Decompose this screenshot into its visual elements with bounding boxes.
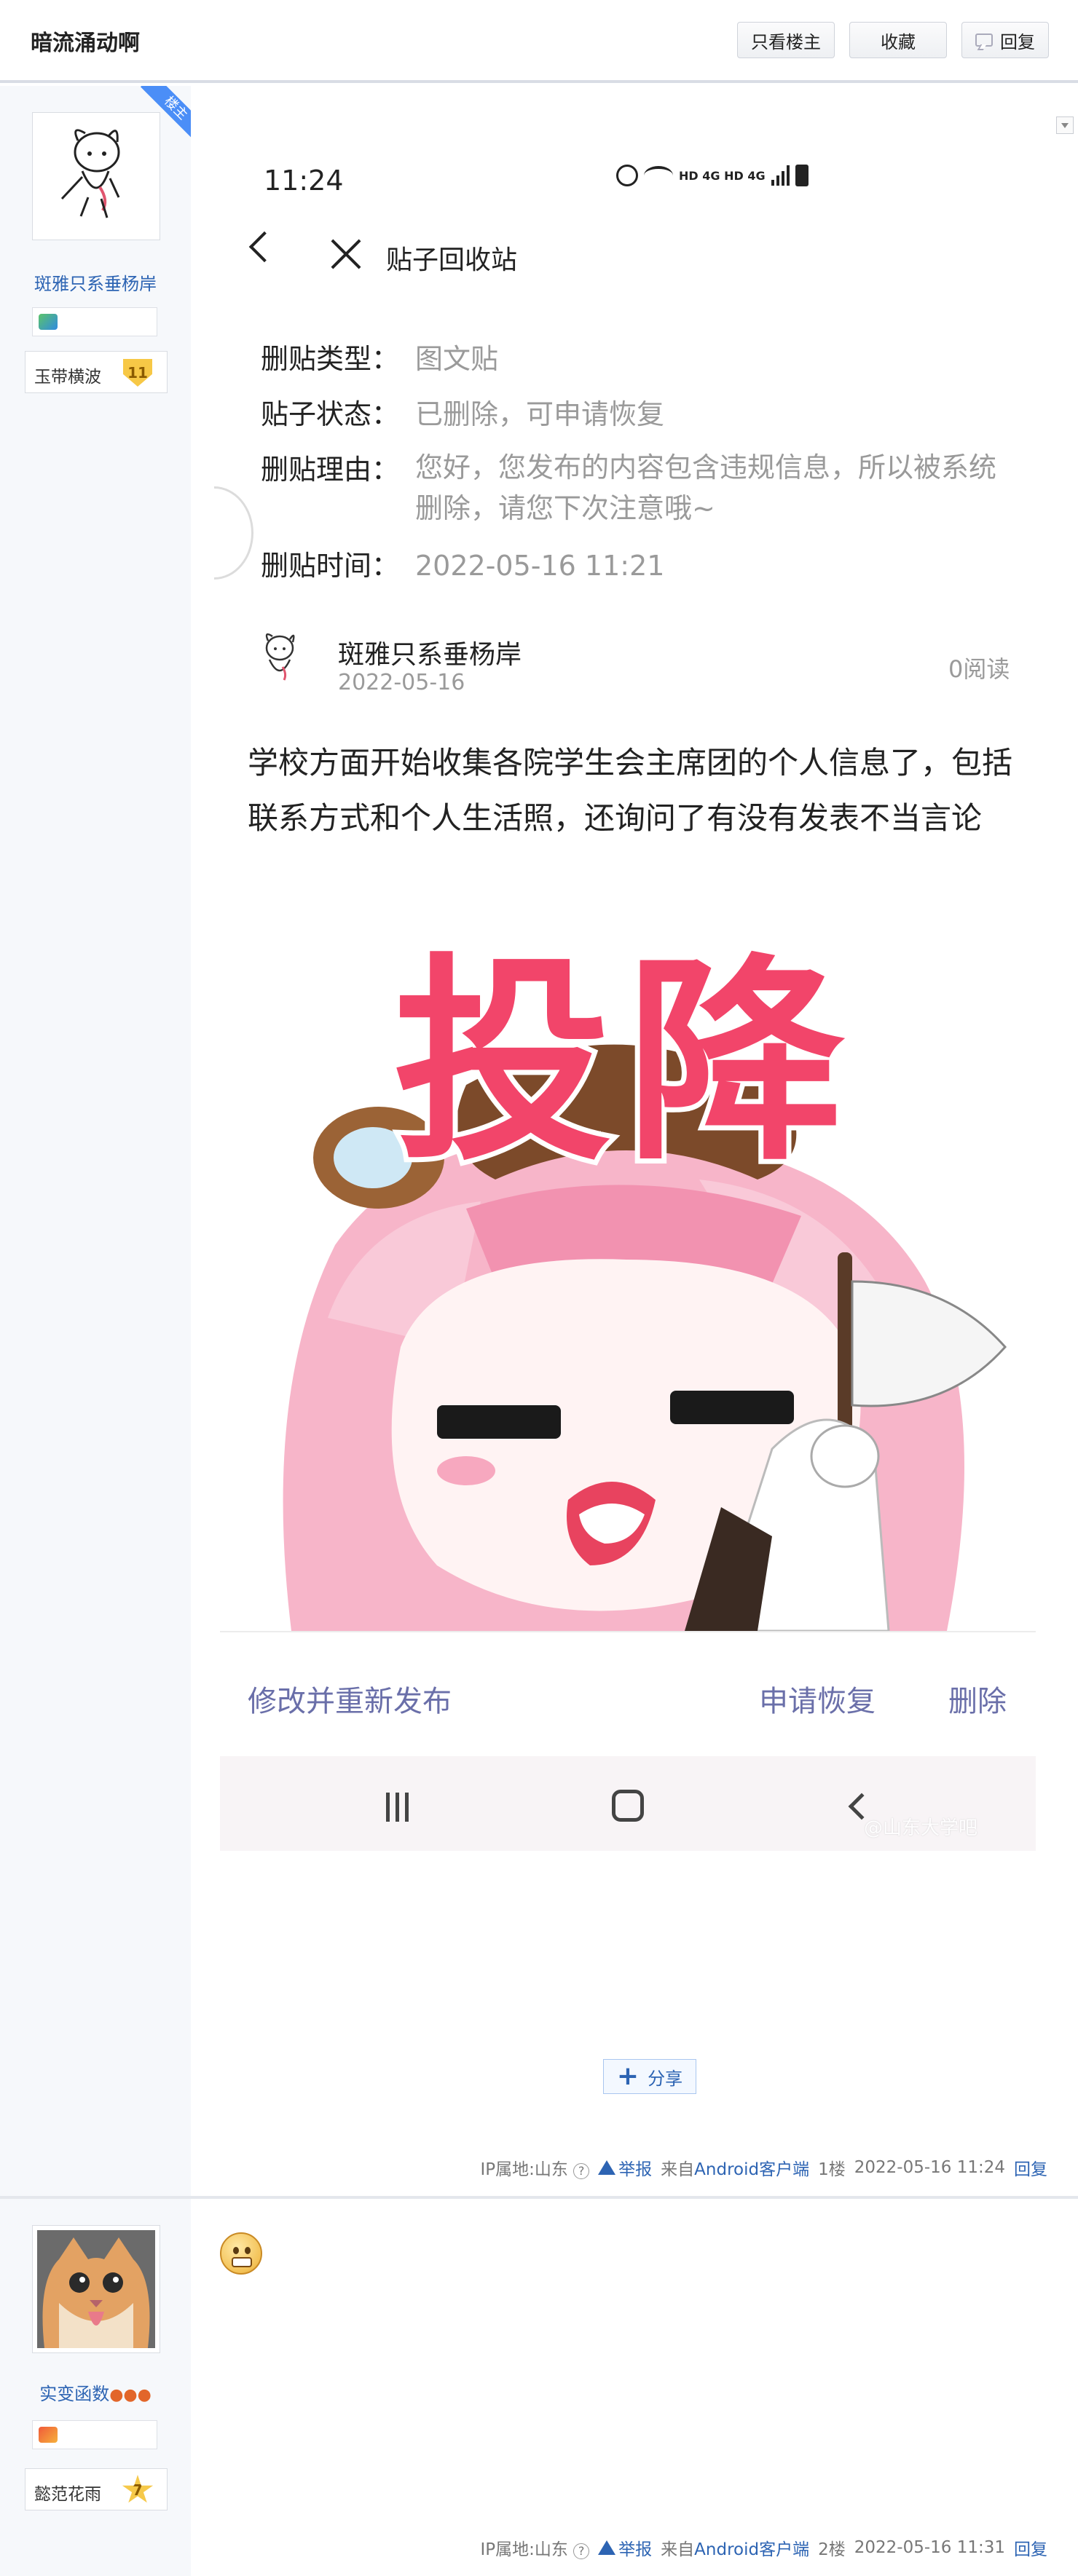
level-number: 11 bbox=[123, 359, 152, 387]
field-key: 删贴类型： bbox=[261, 343, 400, 375]
ip-location: IP属地:山东 ? bbox=[480, 2535, 590, 2560]
collect-label: 收藏 bbox=[881, 31, 916, 52]
collapse-toggle-icon[interactable] bbox=[1056, 116, 1074, 134]
author-avatar-icon bbox=[265, 633, 295, 681]
report-link[interactable]: 举报 bbox=[598, 2535, 652, 2560]
phone-status-time: 11:24 bbox=[264, 165, 344, 197]
level-name: 玉带横波 bbox=[34, 368, 101, 387]
post-source: 来自Android客户端 bbox=[661, 2160, 810, 2179]
share-plus-icon: + bbox=[616, 2061, 640, 2091]
help-icon: ? bbox=[573, 2162, 590, 2179]
level-badge[interactable]: 玉带横波 11 bbox=[25, 351, 168, 393]
screenshot-author-date: 2022-05-16 bbox=[338, 670, 465, 695]
level-name: 懿范花雨 bbox=[34, 2485, 101, 2504]
member-badge-icon bbox=[39, 314, 58, 330]
report-link[interactable]: 举报 bbox=[598, 2155, 652, 2180]
signal-icon bbox=[771, 165, 790, 186]
delete-type-row: 删贴类型： 图文贴 bbox=[261, 336, 498, 376]
avatar[interactable] bbox=[32, 112, 160, 240]
thread-header: 暗流涌动啊 只看楼主 收藏 回复 bbox=[0, 0, 1078, 83]
emoji-badge-icons: ●●● bbox=[109, 2386, 152, 2404]
recycle-bin-title: 贴子回收站 bbox=[385, 245, 517, 275]
grimace-emoji-icon bbox=[220, 2232, 262, 2275]
source-link[interactable]: Android客户端 bbox=[694, 2540, 809, 2559]
avatar-drawing-icon bbox=[37, 117, 155, 235]
post-time: 2022-05-16 11:24 bbox=[854, 2158, 1005, 2177]
floor-reply-link[interactable]: 回复 bbox=[1014, 2155, 1047, 2180]
surrender-sticker-image: 投降 bbox=[248, 939, 1034, 1631]
comment-icon bbox=[975, 33, 993, 47]
share-label: 分享 bbox=[648, 2068, 683, 2089]
floor-number: 1楼 bbox=[818, 2160, 846, 2179]
phone-status-icons: HD 4G HD 4G bbox=[616, 165, 808, 186]
help-icon: ? bbox=[573, 2543, 590, 2559]
collect-button[interactable]: 收藏 bbox=[849, 22, 947, 58]
recents-icon bbox=[386, 1793, 409, 1822]
alarm-icon bbox=[616, 165, 638, 186]
warning-icon bbox=[598, 2160, 616, 2175]
screenshot-watermark: @山东大学吧 bbox=[864, 1817, 978, 1839]
network-label: HD 4G HD 4G bbox=[679, 168, 766, 183]
delete-reason-row: 删贴理由： 您好，您发布的内容包含违规信息，所以被系统删除，请您下次注意哦~ bbox=[261, 447, 996, 524]
screenshot-divider bbox=[220, 1631, 1036, 1632]
read-count: 0阅读 bbox=[948, 655, 1010, 683]
field-key: 贴子状态： bbox=[261, 398, 400, 430]
edit-republish-action: 修改并重新发布 bbox=[248, 1685, 452, 1718]
post1-meta: IP属地:山东 ? 举报 来自Android客户端 1楼 2022-05-16 … bbox=[480, 2155, 1047, 2180]
field-key: 删贴理由： bbox=[261, 454, 400, 486]
warning-icon bbox=[598, 2540, 616, 2555]
field-value: 2022-05-16 11:21 bbox=[415, 550, 665, 582]
level-badge[interactable]: 懿范花雨 7 bbox=[25, 2468, 168, 2510]
field-value: 图文贴 bbox=[415, 343, 499, 375]
field-key: 删贴时间： bbox=[261, 550, 400, 582]
cat-avatar-icon bbox=[37, 2230, 155, 2348]
post-time: 2022-05-16 11:31 bbox=[854, 2538, 1005, 2557]
post2-username[interactable]: 实变函数●●● bbox=[0, 2379, 191, 2405]
reply-label: 回复 bbox=[1000, 31, 1035, 52]
floor-number: 2楼 bbox=[818, 2540, 846, 2559]
avatar[interactable] bbox=[32, 2225, 160, 2353]
level-number: 7 bbox=[122, 2475, 154, 2503]
post2-author-panel: 实变函数●●● 懿范花雨 7 bbox=[0, 2199, 191, 2576]
author-only-button[interactable]: 只看楼主 bbox=[737, 22, 835, 58]
thread-title: 暗流涌动啊 bbox=[31, 31, 140, 56]
field-value: 已删除，可申请恢复 bbox=[415, 398, 665, 430]
field-value: 您好，您发布的内容包含违规信息，所以被系统删除，请您下次注意哦~ bbox=[415, 451, 997, 524]
screenshot-post-body: 学校方面开始收集各院学生会主席团的个人信息了，包括联系方式和个人生活照，还询问了… bbox=[248, 745, 1013, 836]
wifi-icon bbox=[644, 166, 673, 185]
post-source: 来自Android客户端 bbox=[661, 2540, 810, 2559]
apply-restore-action: 申请恢复 bbox=[759, 1685, 876, 1718]
post2-meta: IP属地:山东 ? 举报 来自Android客户端 2楼 2022-05-16 … bbox=[480, 2535, 1047, 2560]
floor-reply-link[interactable]: 回复 bbox=[1014, 2535, 1047, 2560]
home-icon bbox=[612, 1790, 644, 1822]
reply-button[interactable]: 回复 bbox=[961, 22, 1049, 58]
game-badge-icon bbox=[39, 2427, 58, 2443]
delete-time-row: 删贴时间： 2022-05-16 11:21 bbox=[261, 543, 664, 583]
badge-row bbox=[32, 2420, 157, 2449]
screenshot-author-name: 斑雅只系垂杨岸 bbox=[338, 640, 522, 670]
post1-author-panel: 楼主 斑雅只系垂杨岸 玉带横波 11 bbox=[0, 86, 191, 2196]
source-link[interactable]: Android客户端 bbox=[694, 2160, 809, 2179]
post-status-row: 贴子状态： 已删除，可申请恢复 bbox=[261, 392, 664, 432]
delete-action: 删除 bbox=[948, 1685, 1007, 1718]
sticker-caption: 投降 bbox=[388, 939, 859, 1195]
battery-icon bbox=[795, 165, 808, 186]
ip-location: IP属地:山东 ? bbox=[480, 2155, 590, 2180]
badge-row bbox=[32, 307, 157, 336]
share-button[interactable]: + 分享 bbox=[603, 2059, 696, 2094]
author-only-label: 只看楼主 bbox=[751, 31, 821, 52]
